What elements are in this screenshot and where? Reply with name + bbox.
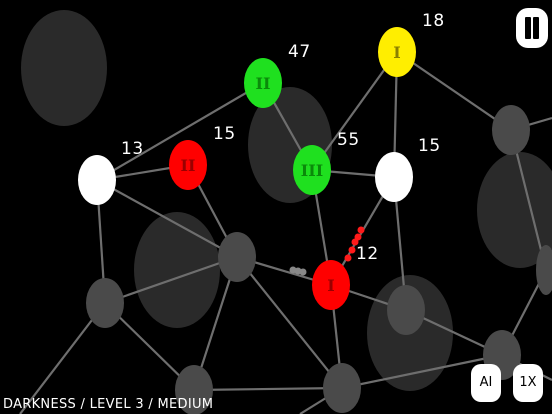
neutral-node[interactable] — [387, 285, 425, 335]
pause-icon — [533, 17, 539, 39]
gray-unit — [299, 268, 307, 276]
neutral-node[interactable] — [323, 363, 361, 413]
unit-count-r12: 12 — [356, 244, 379, 264]
red-node-r12[interactable]: I — [312, 260, 350, 310]
pause-icon — [525, 17, 531, 39]
red-unit — [344, 254, 352, 262]
ai-button[interactable]: AI — [471, 364, 501, 402]
level-status: DARKNESS / LEVEL 3 / MEDIUM — [3, 396, 214, 412]
rank-label: III — [301, 161, 323, 180]
green-node-g55[interactable]: III — [293, 145, 331, 195]
unit-count-g55: 55 — [337, 130, 360, 150]
red-node-r15[interactable]: II — [169, 140, 207, 190]
speed-button[interactable]: 1X — [513, 364, 543, 402]
link — [193, 386, 343, 392]
red-unit — [357, 226, 365, 234]
game-board: II I II III I — [19, 10, 552, 414]
game-stage: II I II III I 47 18 15 13 55 15 12 AI 1X… — [0, 0, 552, 414]
yellow-node-y18[interactable]: I — [378, 27, 416, 77]
unit-count-r15: 15 — [213, 124, 236, 144]
white-node-w13[interactable] — [78, 155, 116, 205]
fog-blob — [134, 212, 220, 328]
link — [396, 51, 512, 131]
rank-label: I — [393, 43, 400, 62]
unit-count-w15: 15 — [418, 136, 441, 156]
pause-button[interactable] — [516, 8, 548, 48]
white-node-w15[interactable] — [375, 152, 413, 202]
unit-count-y18: 18 — [422, 11, 445, 31]
rank-label: II — [256, 74, 271, 93]
neutral-node[interactable] — [492, 105, 530, 155]
red-unit — [354, 233, 362, 241]
neutral-node[interactable] — [86, 278, 124, 328]
fog-blob — [21, 10, 107, 126]
neutral-node[interactable] — [218, 232, 256, 282]
unit-count-w13: 13 — [121, 139, 144, 159]
green-node-g47[interactable]: II — [244, 58, 282, 108]
rank-label: II — [181, 156, 196, 175]
rank-label: I — [327, 276, 334, 295]
unit-count-g47: 47 — [288, 42, 311, 62]
red-unit — [348, 246, 356, 254]
